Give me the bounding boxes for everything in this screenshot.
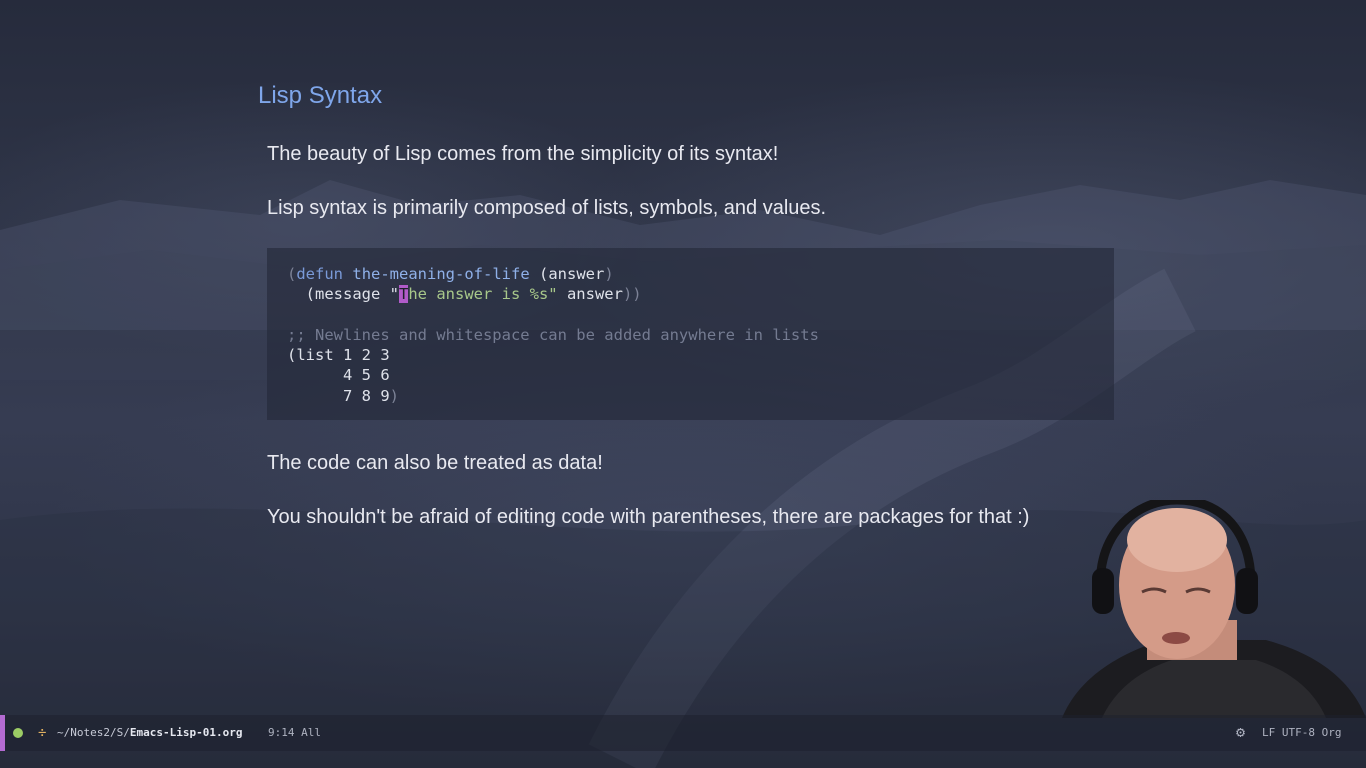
status-dot-icon xyxy=(13,728,23,738)
code-content[interactable]: (defun the-meaning-of-life (answer) (mes… xyxy=(287,264,819,406)
code-function-name: the-meaning-of-life xyxy=(352,265,530,283)
code-list-line-3: 7 8 9 xyxy=(287,386,390,405)
code-string: he answer is %s" xyxy=(408,285,558,304)
emacs-modeline: ÷ ~/Notes2/S/Emacs-Lisp-01.org 9:14 All … xyxy=(0,715,1366,751)
buffer-path-prefix: ~/Notes2/S/ xyxy=(57,726,130,739)
code-list-line-2: 4 5 6 xyxy=(287,366,390,385)
code-paren: ) xyxy=(604,265,614,283)
modeline-accent-bar xyxy=(0,715,5,751)
encoding-label: LF UTF-8 xyxy=(1262,726,1315,739)
paragraph-simplicity: The beauty of Lisp comes from the simpli… xyxy=(267,143,779,165)
code-arglist: (answer xyxy=(539,265,605,283)
code-paren: )) xyxy=(622,285,642,304)
code-paren: ) xyxy=(389,386,399,405)
code-comment: ;; Newlines and whitespace can be added … xyxy=(287,325,819,344)
code-message-call: (message " xyxy=(287,285,399,304)
paragraph-code-as-data: The code can also be treated as data! xyxy=(267,452,603,474)
gear-icon[interactable]: ⚙ xyxy=(1236,723,1245,741)
text-cursor: T xyxy=(398,285,409,304)
buffer-path[interactable]: ~/Notes2/S/Emacs-Lisp-01.org xyxy=(57,726,242,739)
cursor-position: 9:14 All xyxy=(268,726,321,739)
buffer-filename: Emacs-Lisp-01.org xyxy=(129,726,243,739)
code-keyword-defun: defun xyxy=(296,265,344,283)
paragraph-parentheses: You shouldn't be afraid of editing code … xyxy=(267,506,1030,528)
code-list-line-1: (list 1 2 3 xyxy=(287,346,390,365)
org-mode-icon: Org xyxy=(1321,726,1342,739)
code-message-arg: answer xyxy=(557,285,623,304)
buffer-modified-icon[interactable]: ÷ xyxy=(38,725,46,741)
paragraph-composition: Lisp syntax is primarily composed of lis… xyxy=(267,197,827,219)
slide-heading: Lisp Syntax xyxy=(258,82,383,109)
encoding-indicator[interactable]: LF UTF-8 Org xyxy=(1262,726,1341,739)
webcam-overlay xyxy=(1062,500,1366,718)
code-paren: ( xyxy=(287,265,297,283)
